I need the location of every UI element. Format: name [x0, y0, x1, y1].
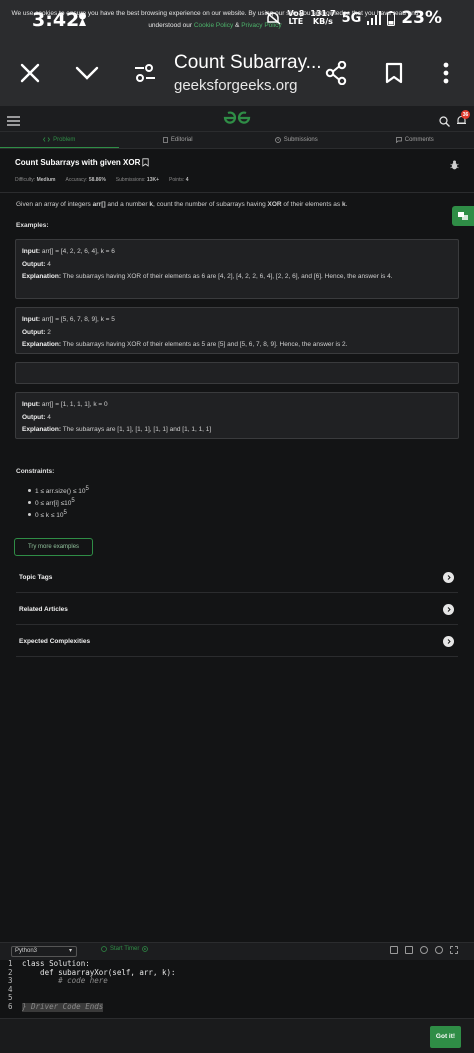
close-icon[interactable]: [13, 56, 47, 90]
example-box: Input: arr[] = [4, 2, 2, 6, 4], k = 6 Ou…: [15, 239, 459, 299]
start-timer-button[interactable]: Start Timer: [101, 946, 149, 952]
example-box: Input: arr[] = [1, 1, 1, 1], k = 0 Outpu…: [15, 392, 459, 439]
code-icon: [43, 137, 51, 142]
privacy-policy-link[interactable]: Privacy Policy: [241, 22, 281, 29]
chat-assistant-button[interactable]: [452, 206, 474, 226]
example-output: Output: 2: [22, 328, 51, 336]
tab-editorial-label: Editorial: [170, 137, 193, 143]
tab-submissions[interactable]: Submissions: [237, 132, 356, 148]
example-input: Input: arr[] = [5, 6, 7, 8, 9], k = 5: [22, 316, 115, 323]
tab-comments-label: Comments: [404, 137, 434, 143]
points: Points: 4: [169, 177, 189, 183]
bug-report-icon[interactable]: [450, 157, 459, 175]
example-explanation: Explanation: The subarrays having XOR of…: [22, 341, 348, 348]
chat-icon: [458, 212, 468, 220]
try-more-examples-button[interactable]: Try more examples: [14, 538, 93, 556]
copy-icon[interactable]: [390, 946, 398, 954]
chat-icon: [395, 137, 402, 143]
topic-tags-section[interactable]: Topic Tags: [16, 563, 458, 593]
examples-heading: Examples:: [16, 222, 49, 229]
notification-count-badge: 36: [461, 110, 470, 119]
gfg-logo-icon[interactable]: [222, 110, 252, 131]
difficulty: Difficulty: Medium: [15, 177, 56, 183]
tab-comments[interactable]: Comments: [356, 132, 474, 148]
problem-meta: Difficulty: Medium Accuracy: 58.86% Subm…: [15, 177, 188, 183]
example-output: Output: 4: [22, 260, 51, 268]
example-explanation: Explanation: The subarrays are [1, 1], […: [22, 426, 212, 433]
constraint-item: 0 ≤ k ≤ 105: [28, 510, 89, 522]
example-output: Output: 4: [22, 413, 51, 421]
section-label: Topic Tags: [19, 574, 53, 581]
tab-submissions-label: Submissions: [283, 137, 318, 143]
constraint-item: 1 ≤ arr.size() ≤ 105: [28, 486, 89, 498]
code-line: 3 # code here: [8, 976, 108, 986]
chevron-right-icon: [443, 572, 454, 583]
reset-icon[interactable]: [435, 946, 443, 954]
cookie-banner: [0, 1018, 474, 1053]
bookmark-icon[interactable]: [377, 56, 411, 90]
example-box: Input: arr[] = [5, 6, 7, 8, 9], k = 5 Ou…: [15, 307, 459, 354]
code-line: 6} Driver Code Ends: [8, 1001, 104, 1012]
code-editor[interactable]: 1 class Solution: 2 def subarrayXor(self,…: [0, 959, 474, 1018]
clock-icon: [274, 137, 281, 143]
submissions-count: Submissions: 13K+: [115, 177, 160, 183]
tab-problem-label: Problem: [53, 136, 76, 143]
divider: [0, 192, 474, 193]
language-select[interactable]: Python3 ▾: [11, 946, 77, 957]
page-host: geeksforgeeks.org: [174, 77, 298, 94]
constraints-heading: Constraints:: [16, 468, 55, 475]
search-icon[interactable]: [439, 114, 450, 132]
chevron-right-icon: [443, 636, 454, 647]
hamburger-menu-icon[interactable]: [7, 113, 20, 131]
example-input: Input: arr[] = [4, 2, 2, 6, 4], k = 6: [22, 248, 115, 255]
chevron-down-icon: ▾: [68, 948, 72, 954]
code-line: 4: [8, 984, 13, 994]
cookie-policy-link[interactable]: Cookie Policy: [194, 22, 233, 29]
empty-example-box: [15, 362, 459, 384]
page-title: Count Subarray...: [174, 52, 322, 73]
problem-statement: Given an array of integers arr[] and a n…: [16, 201, 348, 208]
editor-tools: [390, 946, 458, 954]
settings-icon[interactable]: [420, 946, 428, 954]
timer-icon: [101, 946, 107, 952]
play-icon: [142, 946, 149, 952]
tab-editorial[interactable]: Editorial: [119, 132, 238, 148]
share-icon[interactable]: [319, 56, 353, 90]
document-icon: [163, 137, 168, 143]
fullscreen-icon[interactable]: [450, 946, 458, 954]
related-articles-section[interactable]: Related Articles: [16, 595, 458, 625]
section-label: Related Articles: [19, 606, 68, 613]
section-label: Expected Complexities: [19, 638, 91, 645]
tab-problem[interactable]: Problem: [0, 132, 119, 148]
more-options-icon[interactable]: [429, 56, 463, 90]
site-settings-icon[interactable]: [128, 56, 162, 90]
example-input: Input: arr[] = [1, 1, 1, 1], k = 0: [22, 401, 108, 408]
constraint-item: 0 ≤ arr[i] ≤105: [28, 498, 89, 510]
file-icon[interactable]: [405, 946, 413, 954]
expected-complexities-section[interactable]: Expected Complexities: [16, 627, 458, 657]
bookmark-icon[interactable]: [142, 158, 149, 167]
cookie-text: We use cookies to ensure you have the be…: [11, 10, 419, 29]
problem-title: Count Subarrays with given XOR: [15, 158, 149, 167]
got-it-button[interactable]: Got it!: [430, 1026, 461, 1048]
problem-tabs: Problem Editorial Submissions Comments: [0, 132, 474, 149]
constraints-list: 1 ≤ arr.size() ≤ 105 0 ≤ arr[i] ≤105 0 ≤…: [28, 486, 89, 522]
chevron-right-icon: [443, 604, 454, 615]
chevron-down-icon[interactable]: [70, 56, 104, 90]
example-explanation: Explanation: The subarrays having XOR of…: [22, 273, 393, 280]
accuracy: Accuracy: 58.86%: [65, 177, 106, 183]
